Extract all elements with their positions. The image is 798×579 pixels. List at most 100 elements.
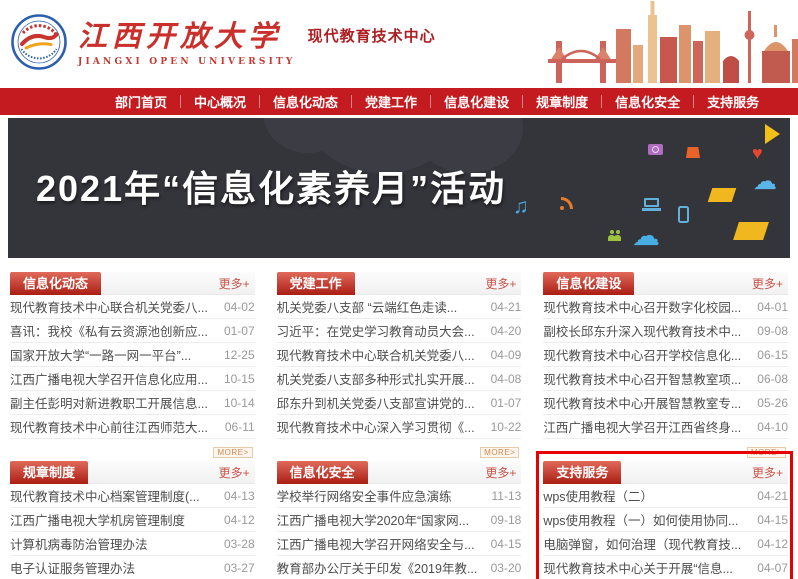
news-item[interactable]: 现代教育技术中心联合机关党委八... 04-02 (10, 295, 255, 319)
more-link[interactable]: 更多+ (219, 464, 250, 481)
phone-icon (678, 206, 689, 223)
news-item[interactable]: 副主任彭明对新进教职工开展信息... 10-14 (10, 391, 255, 415)
news-item-title[interactable]: 学校举行网络安全事件应急演练 (277, 486, 452, 505)
news-item[interactable]: 江西广播电视大学机房管理制度 04-12 (10, 508, 255, 532)
news-item-title[interactable]: 江西广播电视大学召开信息化应用... (10, 369, 208, 388)
nav-item-7[interactable]: 信息化安全 (602, 92, 693, 111)
news-item-title[interactable]: 现代教育技术中心联合机关党委八... (10, 297, 208, 316)
page: 江西开放大学 JIANGXI OPEN UNIVERSITY 现代教育技术中心 (0, 0, 798, 579)
nav-item-2[interactable]: 中心概况 (181, 92, 259, 111)
nav-item-6[interactable]: 规章制度 (523, 92, 601, 111)
news-item-title[interactable]: 副校长邱东升深入现代教育技术中... (543, 321, 741, 340)
news-item[interactable]: wps使用教程（二） 04-21 (543, 484, 788, 508)
news-item-title[interactable]: 现代教育技术中心深入学习贯彻《... (277, 417, 475, 436)
news-item[interactable]: 机关党委八支部 “云端红色走读... 04-21 (277, 295, 522, 319)
news-item[interactable]: 现代教育技术中心开展智慧教室专... 05-26 (543, 391, 788, 415)
section-title-badge[interactable]: 信息化动态 (10, 272, 101, 295)
news-item[interactable]: 现代教育技术中心召开学校信息化... 06-15 (543, 343, 788, 367)
parallelogram-icon (708, 188, 737, 202)
news-item-title[interactable]: 江西广播电视大学机房管理制度 (10, 510, 185, 529)
news-item-date: 04-02 (218, 300, 255, 314)
news-item[interactable]: wps使用教程（一）如何使用协同... 04-15 (543, 508, 788, 532)
section-footer: MORE> (277, 439, 522, 455)
news-item-title[interactable]: 江西广播电视大学2020年“国家网... (277, 510, 469, 529)
news-item[interactable]: 学校举行网络安全事件应急演练 11-13 (277, 484, 522, 508)
news-list: 现代教育技术中心召开数字化校园... 04-01 副校长邱东升深入现代教育技术中… (543, 295, 788, 439)
more-button[interactable]: MORE> (480, 447, 519, 458)
news-item-title[interactable]: 教育部办公厅关于印发《2019年教... (277, 558, 478, 577)
news-item[interactable]: 副校长邱东升深入现代教育技术中... 09-08 (543, 319, 788, 343)
news-item[interactable]: 现代教育技术中心前往江西师范大... 06-11 (10, 415, 255, 439)
news-item-title[interactable]: 喜讯：我校《私有云资源池创新应... (10, 321, 208, 340)
nav-item-8[interactable]: 支持服务 (694, 92, 772, 111)
news-item[interactable]: 教育部办公厅关于印发《2019年教... 03-20 (277, 556, 522, 579)
news-item[interactable]: 现代教育技术中心档案管理制度(... 04-13 (10, 484, 255, 508)
news-item-title[interactable]: 现代教育技术中心召开学校信息化... (543, 345, 741, 364)
news-item-title[interactable]: 现代教育技术中心档案管理制度(... (10, 486, 200, 505)
more-button[interactable]: MORE> (213, 447, 252, 458)
news-item-date: 04-21 (751, 489, 788, 503)
section-title-badge[interactable]: 支持服务 (543, 461, 621, 484)
news-item-title[interactable]: wps使用教程（一）如何使用协同... (543, 510, 738, 529)
news-item[interactable]: 电子认证服务管理办法 03-27 (10, 556, 255, 579)
news-item[interactable]: 喜讯：我校《私有云资源池创新应... 01-07 (10, 319, 255, 343)
news-item-title[interactable]: 江西广播电视大学召开江西省终身... (543, 417, 741, 436)
news-item[interactable]: 现代教育技术中心联合机关党委八... 04-09 (277, 343, 522, 367)
more-link[interactable]: 更多+ (752, 464, 783, 481)
nav-item-1[interactable]: 部门首页 (102, 92, 180, 111)
news-item[interactable]: 江西广播电视大学召开江西省终身... 04-10 (543, 415, 788, 439)
section-title-badge[interactable]: 党建工作 (277, 272, 355, 295)
news-list: 机关党委八支部 “云端红色走读... 04-21 习近平：在党史学习教育动员大会… (277, 295, 522, 439)
news-item-title[interactable]: 现代教育技术中心开展智慧教室专... (543, 393, 741, 412)
news-item-date: 10-22 (485, 420, 522, 434)
heart-icon: ♥ (752, 144, 763, 162)
brand-block[interactable]: 江西开放大学 JIANGXI OPEN UNIVERSITY (78, 21, 296, 67)
nav-item-5[interactable]: 信息化建设 (431, 92, 522, 111)
news-item[interactable]: 机关党委八支部多种形式扎实开展... 04-08 (277, 367, 522, 391)
news-item-title[interactable]: wps使用教程（二） (543, 486, 653, 505)
news-item[interactable]: 计算机病毒防治管理办法 03-28 (10, 532, 255, 556)
banner[interactable]: 2021年“信息化素养月”活动 ♥♫☁☁ (8, 118, 790, 258)
more-link[interactable]: 更多+ (752, 275, 783, 292)
section-header: 支持服务 更多+ (543, 461, 788, 484)
news-item-title[interactable]: 江西广播电视大学召开网络安全与... (277, 534, 475, 553)
news-item[interactable]: 江西广播电视大学召开网络安全与... 04-15 (277, 532, 522, 556)
news-item-date: 04-15 (485, 537, 522, 551)
news-item[interactable]: 国家开放大学“一路一网一平台”... 12-25 (10, 343, 255, 367)
nav-item-4[interactable]: 党建工作 (352, 92, 430, 111)
news-item[interactable]: 现代教育技术中心召开数字化校园... 04-01 (543, 295, 788, 319)
news-item-title[interactable]: 现代教育技术中心关于开展“信息... (543, 558, 733, 577)
section-title-badge[interactable]: 规章制度 (10, 461, 88, 484)
news-item[interactable]: 江西广播电视大学召开信息化应用... 10-15 (10, 367, 255, 391)
more-button[interactable]: MORE> (747, 447, 786, 458)
more-link[interactable]: 更多+ (485, 464, 516, 481)
news-item[interactable]: 电脑弹窗，如何治理（现代教育技... 04-12 (543, 532, 788, 556)
university-logo-icon[interactable] (10, 13, 68, 76)
music-note-icon: ♫ (513, 196, 529, 217)
news-item-title[interactable]: 计算机病毒防治管理办法 (10, 534, 148, 553)
news-item-title[interactable]: 电子认证服务管理办法 (10, 558, 135, 577)
news-item-title[interactable]: 机关党委八支部 “云端红色走读... (277, 297, 458, 316)
news-item[interactable]: 江西广播电视大学2020年“国家网... 09-18 (277, 508, 522, 532)
section-title-badge[interactable]: 信息化建设 (543, 272, 634, 295)
news-item[interactable]: 现代教育技术中心召开智慧教室项... 06-08 (543, 367, 788, 391)
nav-item-3[interactable]: 信息化动态 (260, 92, 351, 111)
news-item-title[interactable]: 现代教育技术中心联合机关党委八... (277, 345, 475, 364)
section-title-badge[interactable]: 信息化安全 (277, 461, 368, 484)
news-item-title[interactable]: 副主任彭明对新进教职工开展信息... (10, 393, 208, 412)
more-link[interactable]: 更多+ (485, 275, 516, 292)
news-item[interactable]: 邱东升到机关党委八支部宣讲党的... 01-07 (277, 391, 522, 415)
news-item-title[interactable]: 邱东升到机关党委八支部宣讲党的... (277, 393, 475, 412)
more-link[interactable]: 更多+ (219, 275, 250, 292)
news-item-title[interactable]: 习近平：在党史学习教育动员大会... (277, 321, 475, 340)
news-item-title[interactable]: 现代教育技术中心前往江西师范大... (10, 417, 208, 436)
news-item-title[interactable]: 电脑弹窗，如何治理（现代教育技... (543, 534, 741, 553)
news-item-title[interactable]: 现代教育技术中心召开数字化校园... (543, 297, 741, 316)
news-item[interactable]: 现代教育技术中心关于开展“信息... 04-07 (543, 556, 788, 579)
play-next-icon[interactable] (765, 124, 780, 144)
news-item[interactable]: 习近平：在党史学习教育动员大会... 04-20 (277, 319, 522, 343)
news-item-title[interactable]: 机关党委八支部多种形式扎实开展... (277, 369, 475, 388)
news-item[interactable]: 现代教育技术中心深入学习贯彻《... 10-22 (277, 415, 522, 439)
news-item-title[interactable]: 现代教育技术中心召开智慧教室项... (543, 369, 741, 388)
news-item-title[interactable]: 国家开放大学“一路一网一平台”... (10, 345, 191, 364)
